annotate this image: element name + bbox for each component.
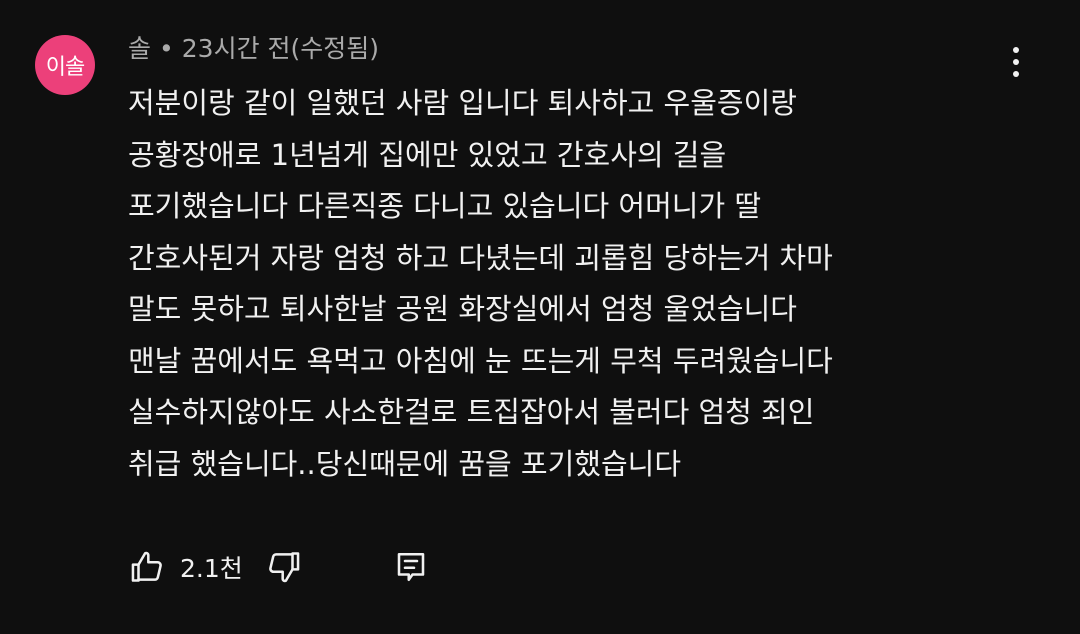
comment-line: 취급 했습니다..당신때문에 꿈을 포기했습니다 (128, 446, 682, 481)
menu-dot (1013, 71, 1019, 77)
comment-line: 포기했습니다 다른직종 다니고 있습니다 어머니가 딸 (128, 189, 762, 223)
separator-dot: • (159, 34, 174, 63)
author-name[interactable]: 솔 (128, 34, 151, 63)
comment-thread: 이솔 솔 • 23시간 전(수정됨) 저분이랑 같이 일했던 사람 입니다 퇴사하고… (0, 0, 1080, 634)
comment-line: 공황장애로 1년넘게 집에만 있었고 간호사의 길을 (128, 137, 727, 172)
reply-comment-icon (397, 552, 425, 582)
like-count: 2.1천 (180, 554, 243, 583)
menu-dot (1013, 59, 1019, 65)
comment-line: 저분이랑 같이 일했던 사람 입니다 퇴사하고 우울증이랑 (128, 86, 797, 120)
like-button[interactable] (128, 547, 168, 587)
comment-line: 간호사된거 자랑 엄청 하고 다녔는데 괴롭힘 당하는거 차마 (128, 240, 833, 275)
comment-timestamp[interactable]: 23시간 전(수정됨) (182, 34, 379, 63)
comment-line: 말도 못하고 퇴사한날 공원 화장실에서 엄청 울었습니다 (128, 292, 797, 326)
comment-line: 실수하지않아도 사소한걸로 트집잡아서 불러다 엄청 죄인 (128, 395, 815, 429)
comment-header: 솔 • 23시간 전(수정됨) (128, 30, 379, 68)
comment-text: 저분이랑 같이 일했던 사람 입니다 퇴사하고 우울증이랑 공황장애로 1년넘게… (128, 78, 1028, 490)
dislike-button[interactable] (263, 547, 303, 587)
avatar[interactable]: 이솔 (35, 35, 95, 95)
thumbs-down-icon (268, 552, 300, 583)
reply-button[interactable] (391, 547, 431, 587)
avatar-text: 이솔 (45, 55, 85, 80)
comment-line: 맨날 꿈에서도 욕먹고 아침에 눈 뜨는게 무척 두려웠습니다 (128, 343, 833, 378)
comment-actions: 2.1천 (128, 545, 431, 589)
thumbs-up-icon (131, 551, 162, 582)
menu-dot (1013, 47, 1019, 53)
